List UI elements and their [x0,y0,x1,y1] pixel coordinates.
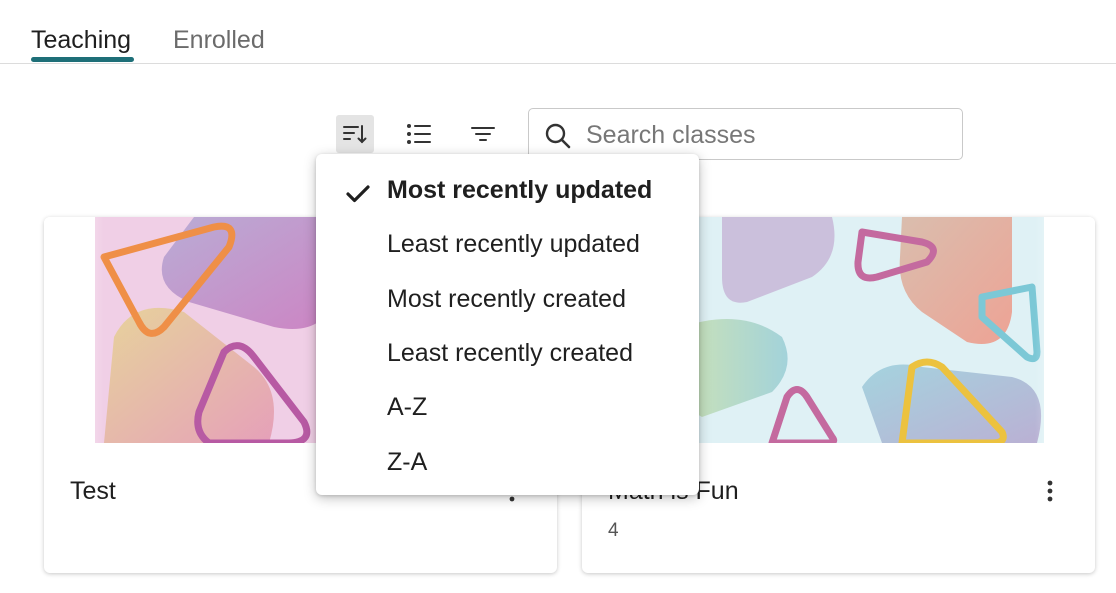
list-view-icon [407,124,431,144]
sort-option-least-recently-updated[interactable]: Least recently updated [316,217,699,271]
sort-option-label: A-Z [387,393,428,421]
card-more-button[interactable] [1034,475,1066,507]
tab-teaching[interactable]: Teaching [31,24,131,56]
sort-option-label: Z-A [387,448,428,476]
sort-option-label: Most recently created [387,285,626,313]
class-tabs: Teaching Enrolled [0,0,1116,64]
class-count: 4 [608,520,619,541]
sort-menu: Most recently updated Least recently upd… [316,154,699,495]
search-field [528,108,963,160]
sort-option-least-recently-created[interactable]: Least recently created [316,326,699,380]
sort-option-most-recently-created[interactable]: Most recently created [316,272,699,326]
sort-option-z-a[interactable]: Z-A [316,435,699,489]
sort-option-a-z[interactable]: A-Z [316,380,699,434]
filter-icon [471,127,495,141]
checkmark-icon [346,185,370,203]
search-input[interactable] [586,117,946,153]
list-view-button[interactable] [400,115,438,153]
sort-button[interactable] [336,115,374,153]
sort-option-label: Least recently updated [387,230,640,258]
more-vertical-icon [1047,480,1053,502]
search-icon [545,123,571,149]
filter-button[interactable] [464,115,502,153]
sort-option-label: Most recently updated [387,176,653,204]
active-tab-indicator [31,57,134,62]
sort-option-most-recently-updated[interactable]: Most recently updated [316,163,699,217]
class-title[interactable]: Test [70,475,116,507]
tab-enrolled[interactable]: Enrolled [173,24,265,56]
sort-descending-icon [343,125,367,144]
sort-option-label: Least recently created [387,339,633,367]
